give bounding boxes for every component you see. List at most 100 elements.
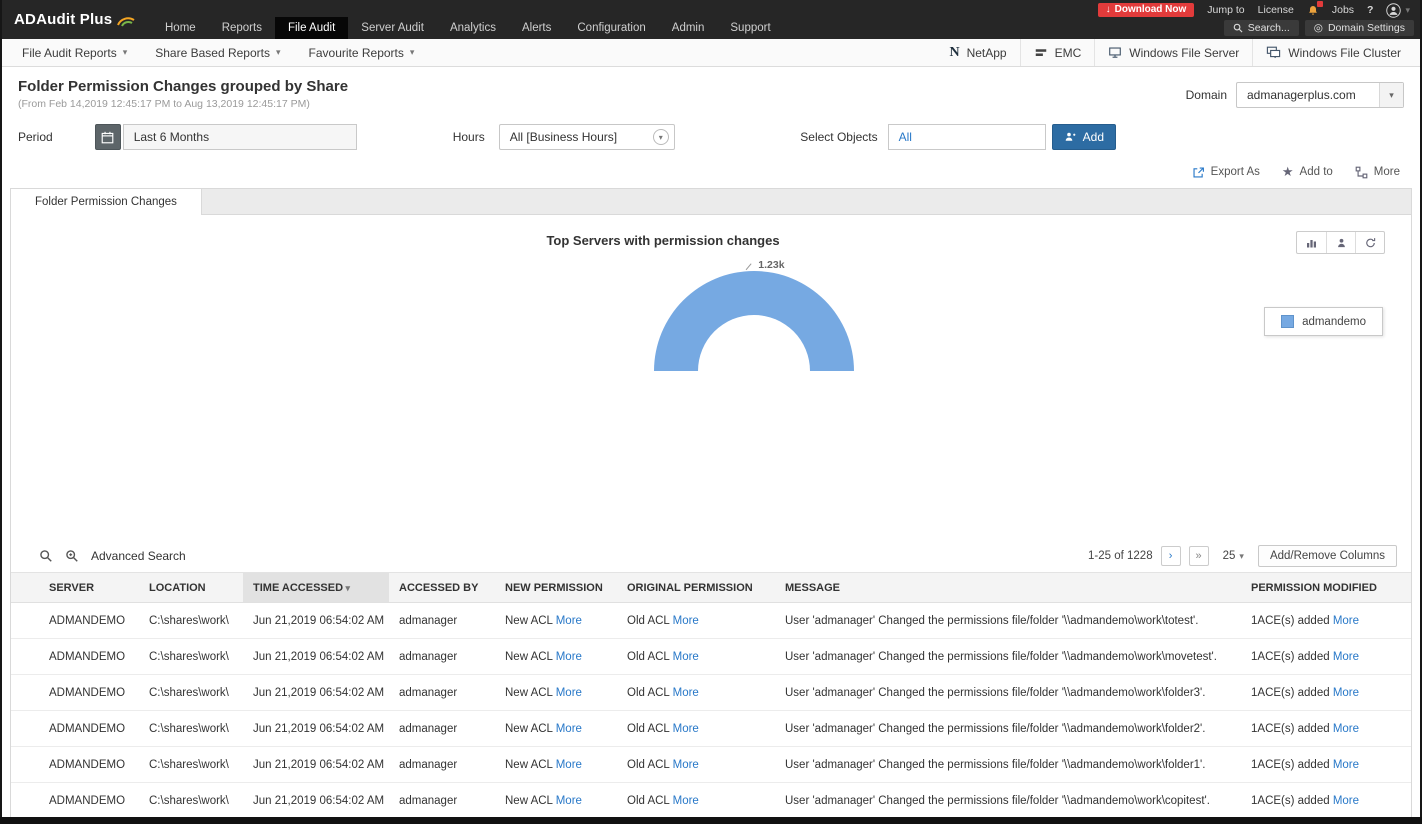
- tab-folder-permission-changes[interactable]: Folder Permission Changes: [11, 189, 202, 215]
- emc-button[interactable]: EMC: [1019, 39, 1095, 66]
- app-logo[interactable]: ADAudit Plus: [0, 0, 152, 39]
- more-link[interactable]: More: [556, 795, 582, 807]
- download-now-button[interactable]: ↓ Download Now: [1097, 3, 1195, 17]
- cell-original-permission: Old ACL More: [617, 602, 775, 639]
- table-toolbar: Advanced Search 1-25 of 1228 › » 25 ▾ Ad…: [11, 540, 1411, 572]
- more-link[interactable]: More: [673, 687, 699, 699]
- chart-legend[interactable]: admandemo: [1264, 307, 1383, 336]
- next-page-button[interactable]: ›: [1160, 546, 1181, 566]
- half-donut-chart[interactable]: 1.23k: [654, 259, 854, 371]
- table-row: ADMANDEMO C:\shares\work\ Jun 21,2019 06:5…: [11, 710, 1411, 747]
- table-row: ADMANDEMO C:\shares\work\ Jun 21,2019 06:5…: [11, 746, 1411, 783]
- nav-server-audit[interactable]: Server Audit: [348, 17, 437, 39]
- advanced-search-label[interactable]: Advanced Search: [91, 549, 186, 563]
- export-as-button[interactable]: Export As: [1192, 164, 1260, 180]
- nav-file-audit[interactable]: File Audit: [274, 17, 349, 39]
- more-actions-button[interactable]: More: [1355, 164, 1400, 180]
- more-link[interactable]: More: [556, 615, 582, 627]
- more-link[interactable]: More: [556, 723, 582, 735]
- column-header-new-permission[interactable]: NEW PERMISSION: [495, 572, 617, 603]
- report-card: Folder Permission Changes Top Servers wi…: [10, 188, 1412, 820]
- more-link[interactable]: More: [673, 615, 699, 627]
- add-button[interactable]: Add: [1051, 124, 1116, 150]
- netapp-button[interactable]: N NetApp: [936, 39, 1019, 66]
- chevron-down-icon: ▾: [275, 47, 281, 57]
- nav-admin[interactable]: Admin: [659, 17, 718, 39]
- notifications-bell-icon[interactable]: [1307, 0, 1323, 17]
- nav-analytics[interactable]: Analytics: [437, 17, 509, 39]
- more-link[interactable]: More: [1333, 615, 1359, 627]
- chart-type-icon[interactable]: [1297, 232, 1326, 253]
- global-search-button[interactable]: Search...: [1223, 20, 1299, 36]
- nav-support[interactable]: Support: [717, 17, 783, 39]
- jump-to-link[interactable]: Jump to: [1207, 4, 1244, 16]
- nav-alerts[interactable]: Alerts: [509, 17, 564, 39]
- nav-home[interactable]: Home: [152, 17, 209, 39]
- half-donut[interactable]: [654, 271, 854, 371]
- chart-value-label: 1.23k: [745, 259, 785, 275]
- more-link[interactable]: More: [1333, 795, 1359, 807]
- user-icon: [1386, 2, 1402, 18]
- column-header-message[interactable]: MESSAGE: [775, 572, 1241, 603]
- more-link[interactable]: More: [673, 759, 699, 771]
- more-link[interactable]: More: [673, 723, 699, 735]
- file-cluster-icon: [1266, 46, 1281, 59]
- more-link[interactable]: More: [1333, 651, 1359, 663]
- last-page-button[interactable]: »: [1188, 546, 1209, 566]
- table-row: ADMANDEMO C:\shares\work\ Jun 21,2019 06:5…: [11, 638, 1411, 675]
- nav-configuration[interactable]: Configuration: [564, 17, 658, 39]
- menu-share-based-reports[interactable]: Share Based Reports ▾: [141, 39, 294, 66]
- column-header-server[interactable]: SERVER: [11, 572, 139, 603]
- more-link[interactable]: More: [1333, 723, 1359, 735]
- period-input[interactable]: Last 6 Months: [122, 124, 357, 150]
- cell-server: ADMANDEMO: [11, 638, 139, 675]
- column-header-permission-modified[interactable]: PERMISSION MODIFIED: [1241, 572, 1411, 603]
- windows-file-cluster-button[interactable]: Windows File Cluster: [1252, 39, 1414, 66]
- cell-server: ADMANDEMO: [11, 710, 139, 747]
- period-label: Period: [18, 130, 53, 144]
- more-link[interactable]: More: [556, 687, 582, 699]
- chevron-down-icon: ▾: [122, 47, 128, 57]
- windows-file-server-button[interactable]: Windows File Server: [1094, 39, 1252, 66]
- window-border-bottom: [0, 817, 1422, 824]
- add-to-button[interactable]: ★ Add to: [1282, 164, 1333, 180]
- chevron-down-icon: ▾: [1405, 4, 1410, 15]
- report-menubar: File Audit Reports ▾ Share Based Reports ▾…: [0, 39, 1422, 67]
- more-link[interactable]: More: [673, 651, 699, 663]
- license-link[interactable]: License: [1258, 4, 1294, 16]
- more-link[interactable]: More: [1333, 759, 1359, 771]
- domain-label: Domain: [1185, 88, 1227, 102]
- menu-favourite-reports[interactable]: Favourite Reports ▾: [295, 39, 429, 66]
- more-link[interactable]: More: [556, 759, 582, 771]
- add-remove-columns-button[interactable]: Add/Remove Columns: [1257, 545, 1397, 567]
- domain-select[interactable]: admanagerplus.com ▾: [1236, 82, 1404, 108]
- search-icon[interactable]: [39, 549, 53, 563]
- table-row: ADMANDEMO C:\shares\work\ Jun 21,2019 06:5…: [11, 674, 1411, 711]
- cell-accessed-by: admanager: [389, 782, 495, 819]
- advanced-search-icon[interactable]: [65, 549, 79, 563]
- more-link[interactable]: More: [673, 795, 699, 807]
- user-menu-button[interactable]: ▾: [1386, 2, 1410, 18]
- calendar-button[interactable]: [94, 124, 121, 150]
- select-objects-input[interactable]: All: [887, 124, 1046, 150]
- nav-reports[interactable]: Reports: [209, 17, 275, 39]
- domain-selector-area: Domain admanagerplus.com ▾: [1186, 82, 1404, 108]
- column-header-original-permission[interactable]: ORIGINAL PERMISSION: [617, 572, 775, 603]
- refresh-icon[interactable]: [1355, 232, 1384, 253]
- cell-time-accessed: Jun 21,2019 06:54:02 AM: [243, 782, 389, 819]
- menu-file-audit-reports[interactable]: File Audit Reports ▾: [8, 39, 141, 66]
- jobs-link[interactable]: Jobs: [1332, 4, 1354, 16]
- netapp-icon: N: [949, 44, 960, 60]
- more-link[interactable]: More: [1333, 687, 1359, 699]
- domain-settings-button[interactable]: ◎ Domain Settings: [1304, 20, 1414, 36]
- group-by-icon[interactable]: [1326, 232, 1355, 253]
- help-button[interactable]: ?: [1367, 4, 1373, 16]
- more-link[interactable]: More: [556, 651, 582, 663]
- chart-title: Top Servers with permission changes: [546, 233, 780, 248]
- chevron-down-icon: ▾: [652, 129, 669, 145]
- page-size-select[interactable]: 25 ▾: [1223, 550, 1244, 562]
- column-header-location[interactable]: LOCATION: [139, 572, 243, 603]
- column-header-time-accessed[interactable]: TIME ACCESSED ▾: [243, 572, 389, 603]
- column-header-accessed-by[interactable]: ACCESSED BY: [389, 572, 495, 603]
- hours-select[interactable]: All [Business Hours] ▾: [498, 124, 675, 150]
